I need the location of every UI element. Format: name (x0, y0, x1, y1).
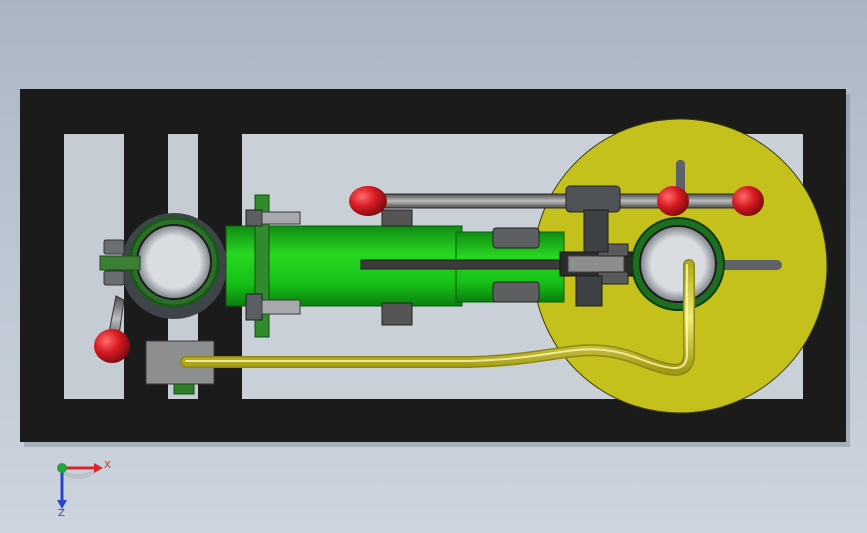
bolt-head (245, 209, 263, 227)
cad-viewport[interactable]: X Z (0, 0, 867, 533)
hex-nut (381, 209, 413, 227)
view-orientation-triad[interactable]: X Z (57, 460, 111, 519)
x-axis-label: X (104, 460, 111, 471)
hex-nut (103, 239, 125, 255)
red-knob[interactable] (349, 186, 387, 216)
red-knob[interactable] (732, 186, 764, 216)
hex-nut (381, 302, 413, 326)
spring-coil (567, 255, 625, 273)
z-axis-label: Z (58, 508, 65, 519)
right-bearing-ring[interactable] (631, 217, 725, 311)
triad-base (62, 470, 94, 480)
red-knob[interactable] (657, 186, 689, 216)
hex-nut (103, 270, 125, 286)
hex-nut (492, 281, 540, 303)
hex-nut (492, 227, 540, 249)
bolt-head (245, 293, 263, 321)
red-knob[interactable] (94, 329, 130, 363)
model-canvas[interactable]: X Z (0, 0, 867, 533)
